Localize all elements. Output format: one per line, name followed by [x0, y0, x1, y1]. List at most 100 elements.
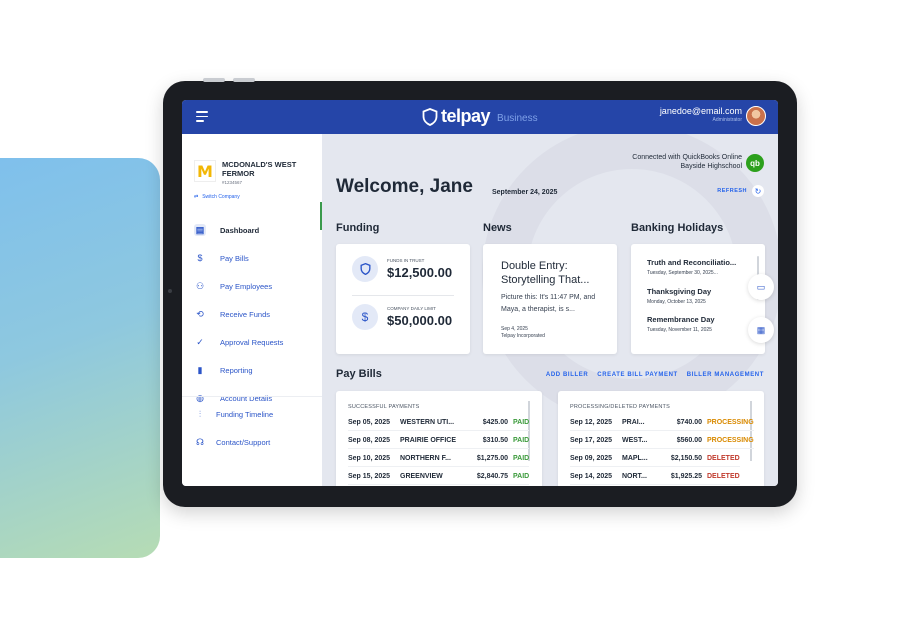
- refresh-button[interactable]: REFRESH ↻: [717, 185, 764, 197]
- card-icon[interactable]: ▭: [748, 274, 774, 300]
- switch-company-link[interactable]: ⇄ Switch Company: [194, 194, 240, 200]
- funds-in-trust-value: $12,500.00: [387, 265, 453, 280]
- payment-payee: WESTERN UTI...: [400, 418, 455, 426]
- pay-bills-title: Pay Bills: [336, 368, 382, 380]
- payment-amount: $1,925.25: [670, 472, 702, 480]
- table-row[interactable]: Sep 15, 2025 GREENVIEW $2,840.75 PAID: [348, 468, 530, 485]
- sidebar-item-funding-timeline[interactable]: ⫶ Funding Timeline: [182, 400, 322, 428]
- sidebar-item-label: Funding Timeline: [216, 409, 274, 419]
- successful-payments-heading: SUCCESSFUL PAYMENTS: [348, 404, 420, 410]
- table-row[interactable]: Sep 12, 2025 PRAI... $740.00 PROCESSING: [570, 414, 754, 431]
- quickbooks-company: Bayside Highschool: [680, 163, 742, 170]
- sidebar-item-approval-requests[interactable]: ✓ Approval Requests: [182, 328, 322, 356]
- quickbooks-connection: Connected with QuickBooks Online Bayside…: [632, 154, 742, 170]
- sidebar-item-label: Pay Bills: [220, 253, 249, 263]
- payment-amount: $740.00: [676, 418, 702, 426]
- holiday-date: Tuesday, November 11, 2025: [647, 327, 712, 333]
- shield-icon: [352, 256, 378, 282]
- company-name: MCDONALD'S WEST FERMOR: [222, 160, 297, 178]
- status-badge: PAID: [513, 418, 530, 426]
- status-badge: PAID: [513, 472, 530, 480]
- news-date: Sep 4, 2025: [501, 326, 528, 332]
- divider: [352, 295, 454, 296]
- table-row[interactable]: Sep 09, 2025 MAPL... $2,150.50 DELETED: [570, 450, 740, 467]
- payment-payee: MAPL...: [622, 454, 648, 462]
- status-badge: PAID: [513, 436, 530, 444]
- sidebar-item-reporting[interactable]: ▮ Reporting: [182, 356, 322, 384]
- payment-date: Sep 17, 2025: [570, 436, 613, 444]
- sidebar-item-pay-bills[interactable]: $ Pay Bills: [182, 244, 322, 272]
- status-badge: PROCESSING: [707, 436, 754, 444]
- funds-in-trust-label: FUNDS IN TRUST: [387, 258, 425, 263]
- check-circle-icon: ✓: [196, 336, 204, 347]
- payment-date: Sep 05, 2025: [348, 418, 391, 426]
- news-title: News: [483, 222, 512, 234]
- table-row[interactable]: Sep 10, 2025 NORTHERN F... $1,275.00 PAI…: [348, 450, 530, 467]
- holiday-date: Tuesday, September 30, 2025...: [647, 270, 718, 276]
- payment-payee: PRAI...: [622, 418, 645, 426]
- tablet-device-frame: telpay Business janedoe@email.com Admini…: [163, 78, 797, 507]
- status-badge: PROCESSING: [707, 418, 754, 426]
- table-row[interactable]: Sep 17, 2025 WEST... $560.00 PROCESSING: [570, 432, 754, 449]
- news-headline: Double Entry: Storytelling That...: [501, 260, 590, 286]
- holiday-item: Thanksgiving Day Monday, October 13, 202…: [647, 287, 711, 305]
- decorative-background-panel: [0, 158, 160, 558]
- headset-icon: ☊: [196, 436, 204, 447]
- holiday-item: Truth and Reconciliatio... Tuesday, Sept…: [647, 258, 736, 276]
- scrollbar[interactable]: [750, 401, 752, 461]
- refresh-icon: ↻: [752, 185, 764, 197]
- sidebar-item-dashboard[interactable]: ▤ Dashboard: [182, 202, 322, 244]
- add-biller-link[interactable]: ADD BILLER: [546, 372, 588, 378]
- holiday-name: Remembrance Day: [647, 315, 715, 324]
- current-date: September 24, 2025: [492, 189, 558, 196]
- holiday-date: Monday, October 13, 2025: [647, 299, 706, 305]
- dollar-icon: $: [197, 253, 203, 263]
- quickbooks-icon: qb: [746, 154, 764, 172]
- user-info[interactable]: janedoe@email.com Administrator: [660, 106, 742, 123]
- sidebar-item-contact-support[interactable]: ☊ Contact/Support: [182, 428, 322, 456]
- calendar-icon[interactable]: ▦: [748, 317, 774, 343]
- table-row[interactable]: Sep 05, 2025 WESTERN UTI... $425.00 PAID: [348, 414, 530, 431]
- menu-icon[interactable]: [196, 111, 208, 125]
- shield-icon: [422, 107, 438, 126]
- brand-subtitle: Business: [497, 113, 538, 124]
- funds-in-trust: FUNDS IN TRUST $12,500.00: [352, 256, 452, 282]
- avatar[interactable]: [746, 106, 766, 126]
- payment-amount: $1,275.00: [476, 454, 508, 462]
- processing-payments-heading: PROCESSING/DELETED PAYMENTS: [570, 404, 670, 410]
- sidebar-item-receive-funds[interactable]: ⟲ Receive Funds: [182, 300, 322, 328]
- brand-name: telpay: [441, 106, 491, 126]
- table-row[interactable]: Sep 14, 2025 NORT... $1,925.25 DELETED: [570, 468, 740, 485]
- sidebar-bottom-nav: ⫶ Funding Timeline ☊ Contact/Support: [182, 396, 322, 456]
- biller-management-link[interactable]: BILLER MANAGEMENT: [687, 372, 764, 378]
- dollar-icon: $: [352, 304, 378, 330]
- transfer-icon: ⟲: [196, 308, 204, 319]
- payment-date: Sep 08, 2025: [348, 436, 391, 444]
- tablet-camera: [168, 289, 172, 293]
- news-card[interactable]: Double Entry: Storytelling That... Pictu…: [483, 244, 617, 354]
- daily-limit-label: COMPANY DAILY LIMIT: [387, 306, 436, 311]
- payment-amount: $425.00: [482, 418, 508, 426]
- sidebar-item-label: Reporting: [220, 365, 253, 375]
- holiday-name: Truth and Reconciliatio...: [647, 258, 737, 267]
- people-icon: ⚇: [195, 280, 205, 291]
- sidebar-item-pay-employees[interactable]: ⚇ Pay Employees: [182, 272, 322, 300]
- create-bill-payment-link[interactable]: CREATE BILL PAYMENT: [597, 372, 678, 378]
- sidebar-item-label: Contact/Support: [216, 437, 271, 447]
- company-id: #1234567: [222, 180, 243, 185]
- payment-date: Sep 10, 2025: [348, 454, 391, 462]
- app-screen: telpay Business janedoe@email.com Admini…: [182, 100, 778, 486]
- status-badge: PAID: [513, 454, 530, 462]
- news-source: Telpay Incorporated: [501, 333, 545, 339]
- refresh-label: REFRESH: [717, 188, 747, 194]
- company-logo: M: [194, 160, 216, 182]
- company-block: M MCDONALD'S WEST FERMOR #1234567: [194, 160, 307, 185]
- brand-logo: telpay Business: [422, 106, 538, 127]
- user-email: janedoe@email.com: [659, 106, 742, 116]
- sidebar-item-label: Dashboard: [220, 225, 260, 235]
- bar-chart-icon: ▮: [197, 364, 203, 375]
- banking-holidays-card: Truth and Reconciliatio... Tuesday, Sept…: [631, 244, 765, 354]
- payment-payee: WEST...: [622, 436, 648, 444]
- payment-payee: GREENVIEW: [400, 472, 443, 480]
- table-row[interactable]: Sep 08, 2025 PRAIRIE OFFICE $310.50 PAID: [348, 432, 530, 449]
